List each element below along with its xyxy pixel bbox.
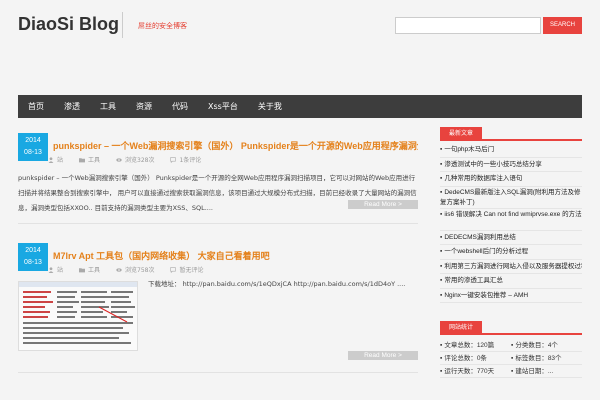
post-comments-link[interactable]: 1条评论 [179,155,201,164]
stat-item: 文章总数：120篇 [440,339,511,352]
post-author-name[interactable]: 站 [57,265,63,274]
nav-item-xss[interactable]: Xss平台 [198,95,248,118]
post-author: 站 [48,265,63,274]
stat-item: 标签数目：83个 [511,352,582,365]
post-date-day: 08-13 [24,259,42,266]
recent-post-link[interactable]: 渗透测试中的一些小技巧总结分享 [440,158,582,172]
post-author-name[interactable]: 站 [57,155,63,164]
post-views-count: 浏览328次 [125,157,155,164]
post-divider [18,372,418,373]
nav-item-about[interactable]: 关于我 [248,95,292,118]
site-tagline: 屌丝的安全博客 [138,22,187,30]
recent-posts-list: 一句php木马后门 渗透测试中的一些小技巧总结分享 几种常用的数据库注入语句 D… [440,143,582,303]
post-category: 工具 [79,155,100,164]
folder-icon [79,267,86,272]
user-icon [48,266,54,273]
nav-item-home[interactable]: 首页 [18,95,54,118]
post-title-link[interactable]: M7lrv Apt 工具包（国内网络收集） 大家自己看着用吧 [53,249,418,262]
site-header: DiaoSi Blog 屌丝的安全博客 SEARCH [0,0,600,92]
read-more-button[interactable]: Read More > [348,351,418,360]
recent-post-link[interactable]: DedeCMS最新版注入SQL漏洞(附利用方法及修复方案补丁) [440,187,582,209]
recent-post-link[interactable]: Nginx一键安装包推荐 – AMH [440,289,582,303]
post-category: 工具 [79,265,100,274]
stat-item: 建站日期：... [511,365,582,378]
screenshot-thumbnail-icon [19,282,137,350]
recent-post-link[interactable]: DEDECMS漏洞利用总结 [440,231,582,245]
nav-item-resources[interactable]: 资源 [126,95,162,118]
recent-post-link[interactable]: 常用的渗透工具汇总 [440,274,582,289]
post-meta: 站 工具 浏览758次 暂无评论 [48,265,204,274]
post-article: 2014 08-13 punkspider – 一个Web漏洞搜索引擎（国外） … [18,133,418,213]
post-comments-link[interactable]: 暂无评论 [179,265,203,274]
site-stats-widget-title: 网站统计 [440,321,482,335]
sidebar: 最新文章 一句php木马后门 渗透测试中的一些小技巧总结分享 几种常用的数据库注… [440,127,582,400]
post-title-link[interactable]: punkspider – 一个Web漏洞搜索引擎（国外） Punkspider是… [53,139,418,152]
post-meta: 站 工具 浏览328次 1条评论 [48,155,201,164]
folder-icon [79,157,86,162]
post-thumbnail[interactable] [18,281,138,351]
post-date-year: 2014 [25,137,41,144]
nav-item-code[interactable]: 代码 [162,95,198,118]
post-article: 2014 08-13 M7lrv Apt 工具包（国内网络收集） 大家自己看着用… [18,243,418,363]
recent-post-link[interactable]: 一个webshell后门的分析过程 [440,245,582,260]
recent-post-link[interactable]: 一句php木马后门 [440,143,582,158]
post-excerpt: punkspider – 一个Web漏洞搜索引擎（国外） Punkspider是… [18,174,417,212]
post-date-badge: 2014 08-13 [18,133,48,161]
post-excerpt: 下载地址： http://pan.baidu.com/s/1eQDxjCA ht… [148,280,406,288]
post-category-link[interactable]: 工具 [88,265,100,274]
search-input[interactable] [395,17,541,34]
post-comments: 1条评论 [170,155,201,164]
recent-posts-widget-header: 最新文章 [440,127,582,141]
recent-post-link[interactable]: 几种常用的数据库注入语句 [440,172,582,187]
post-date-badge: 2014 08-13 [18,243,48,271]
main-nav: 首页 渗透 工具 资源 代码 Xss平台 关于我 [18,95,582,118]
stat-item: 运行天数：770天 [440,365,511,378]
comment-icon [170,266,177,273]
post-views-count: 浏览758次 [125,267,155,274]
post-divider [18,223,418,224]
post-views: 浏览758次 [116,265,154,274]
comment-icon [170,156,177,163]
eye-icon [116,157,122,162]
recent-post-link[interactable]: iis6 错误解决 Can not find wmiprvse.exe 的方法 [440,209,582,231]
post-date-year: 2014 [25,247,41,254]
site-logo[interactable]: DiaoSi Blog [18,14,119,35]
nav-item-tools[interactable]: 工具 [90,95,126,118]
site-stats-widget-header: 网站统计 [440,321,582,335]
nav-item-pentest[interactable]: 渗透 [54,95,90,118]
eye-icon [116,267,122,272]
logo-divider [122,12,123,38]
post-author: 站 [48,155,63,164]
site-stats-grid: 文章总数：120篇 分类数目：4个 评论总数：0条 标签数目：83个 运行天数：… [440,339,582,378]
read-more-button[interactable]: Read More > [348,200,418,209]
search-button[interactable]: SEARCH [543,17,582,34]
stat-item: 评论总数：0条 [440,352,511,365]
post-views: 浏览328次 [116,155,154,164]
post-date-day: 08-13 [24,149,42,156]
post-category-link[interactable]: 工具 [88,155,100,164]
recent-posts-widget-title: 最新文章 [440,127,482,141]
post-comments: 暂无评论 [170,265,204,274]
stat-item: 分类数目：4个 [511,339,582,352]
recent-post-link[interactable]: 利用第三方漏洞进行网站入侵以及服务器提权过程分享 [440,260,582,274]
user-icon [48,156,54,163]
